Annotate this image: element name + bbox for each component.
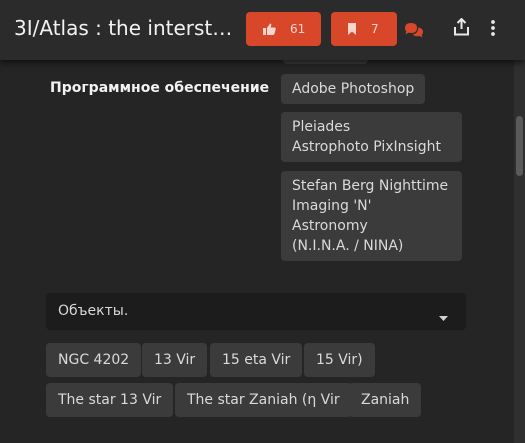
bookmark-button[interactable]: 7 — [331, 12, 397, 46]
bookmark-count: 7 — [371, 22, 379, 36]
scrollbar-thumb[interactable] — [516, 116, 523, 176]
object-tag[interactable]: 15 eta Vir — [210, 343, 303, 377]
software-chip-text: (N.I.N.A. / NINA) — [292, 238, 404, 254]
bookmark-icon — [347, 23, 357, 35]
thumbs-up-icon — [263, 23, 276, 35]
objects-dropdown[interactable]: Объекты. — [46, 293, 466, 330]
object-tag[interactable]: 15 Vir) — [304, 343, 375, 377]
object-tag[interactable]: The star Zaniah (η Vir — [175, 383, 352, 417]
app-header: 3I/Atlas : the interst… 61 7 — [0, 0, 525, 60]
like-button[interactable]: 61 — [246, 12, 321, 46]
more-vertical-icon[interactable] — [490, 19, 496, 41]
share-icon[interactable] — [453, 17, 470, 40]
object-tag[interactable]: Zaniah — [349, 383, 422, 417]
chat-icon[interactable] — [404, 22, 424, 42]
objects-dropdown-label: Объекты. — [58, 303, 129, 319]
software-chip-text: Astrophoto PixInsight — [292, 139, 441, 155]
caret-down-icon — [439, 309, 448, 325]
object-tag[interactable]: 13 Vir — [142, 343, 208, 377]
software-chip-text: Stefan Berg Nighttime — [292, 178, 449, 194]
software-label: Программное обеспечение — [50, 80, 270, 96]
scrollbar[interactable] — [514, 60, 525, 443]
object-tag[interactable]: NGC 4202 — [46, 343, 142, 377]
software-chip-text: Pleiades — [292, 119, 351, 135]
page-title: 3I/Atlas : the interst… — [14, 16, 233, 40]
software-chip[interactable]: Stefan Berg Nighttime Imaging 'N' Astron… — [281, 171, 462, 261]
like-count: 61 — [290, 22, 306, 36]
software-chip-text: Adobe Photoshop — [292, 81, 415, 97]
software-chip-text: Imaging 'N' Astronomy — [292, 198, 372, 234]
object-tag[interactable]: The star 13 Vir — [46, 383, 174, 417]
software-chip[interactable]: Adobe Photoshop — [281, 74, 426, 104]
software-chip[interactable]: Pleiades Astrophoto PixInsight — [281, 112, 462, 162]
